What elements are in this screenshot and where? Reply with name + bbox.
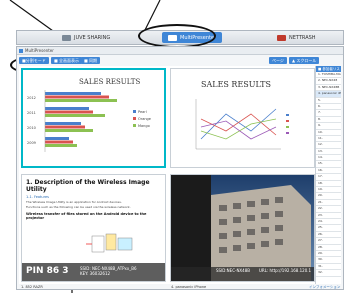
sync-button[interactable]: ■ 同期 [81, 57, 101, 64]
highlight-oval-tab [138, 24, 216, 48]
doc-line: The Wireless Image Utility is an applica… [26, 200, 122, 204]
tab-screen-sharing[interactable]: JUVE SHARING [62, 31, 110, 44]
photo-ssid: SSID:NEC-NX48B [216, 268, 251, 273]
bar [45, 122, 81, 125]
doc-bold-line: Wireless transfer of files stored on the… [26, 212, 147, 220]
bar [45, 140, 73, 144]
doc-illustration [86, 233, 133, 253]
panel-document[interactable]: 1. Description of the Wireless Image Uti… [21, 174, 166, 282]
chart-title: SALES RESULTS [79, 78, 140, 86]
bar [45, 129, 93, 132]
bar [45, 144, 77, 147]
pin-bar: PIN 86 3 SSID: NEC-NX48B_ATPxx_B6 KEY: 3… [22, 263, 165, 281]
tab-label: JUVE SHARING [74, 34, 111, 41]
bar [45, 114, 105, 117]
panel-photo[interactable]: SSID:NEC-NX48B URL: http://192.168.120.1 [170, 174, 315, 282]
split-mode-button[interactable]: ■分割モード [19, 57, 49, 64]
series-line [200, 118, 277, 140]
chart-title: SALES RESULTS [201, 80, 271, 89]
building-photo [171, 175, 314, 281]
category-label: 2012 [27, 96, 36, 100]
legend-swatch [286, 126, 289, 128]
presenter-grid: SALES RESULTS 2012 2011 2010 2009 Pearl Orange… [19, 66, 315, 284]
net-icon [277, 34, 286, 41]
category-label: 2010 [27, 126, 36, 130]
participant-item[interactable]: 32. [316, 270, 341, 277]
bar-chart: SALES RESULTS 2012 2011 2010 2009 Pearl Orange… [27, 78, 151, 152]
app-window: MultiPresenter ■分割モード ■ 全画面表示 ■ 同期 ページ ▲… [16, 46, 344, 290]
doc-subheading: 1-1. Features [26, 195, 49, 199]
legend-label: Mango [138, 124, 150, 128]
panel-bar-chart[interactable]: SALES RESULTS 2012 2011 2010 2009 Pearl Orange… [21, 68, 166, 168]
tab-nettrash[interactable]: NETTRASH [277, 31, 316, 44]
participant-list: ■ 参加者リスト 1. TOSHIBA-MAX-B62. NEC-NX483. … [315, 66, 341, 284]
series-line [200, 120, 277, 140]
bar [45, 137, 69, 140]
scroll-button[interactable]: ▲ スクロール [289, 57, 320, 64]
bar [45, 110, 93, 114]
fullscreen-button[interactable]: ■ 全画面表示 [51, 57, 83, 64]
legend-label: Pearl [138, 110, 147, 114]
legend-swatch [286, 114, 289, 116]
app-logo-icon [19, 49, 23, 53]
panel-label-bottom-left: 1. 852 RAZR [21, 285, 43, 289]
legend-swatch [133, 124, 136, 127]
screenshot-root: JUVE SHARING MultiPresenter NETTRASH Mul… [0, 0, 361, 293]
bottom-labels: 1. 852 RAZR 4. panasonic iPhone インフォメーショ… [19, 285, 343, 290]
line-chart: SALES RESULTS [195, 80, 289, 150]
page-button[interactable]: ページ [269, 57, 287, 64]
legend-label: Orange [138, 117, 151, 121]
ssid-info: SSID: NEC-NX48B_ATPxx_B6 KEY: 36032612 [80, 266, 137, 276]
legend-swatch [133, 110, 136, 113]
legend-swatch [133, 117, 136, 120]
tab-label: NETTRASH [289, 34, 316, 41]
pin-code: PIN 86 3 [26, 266, 69, 276]
app-title: MultiPresenter [25, 48, 54, 53]
bar [45, 92, 101, 95]
bar [45, 107, 89, 110]
legend-swatch [286, 120, 289, 122]
screen-share-icon [62, 34, 71, 41]
category-label: 2009 [27, 141, 36, 145]
app-title-bar: MultiPresenter [17, 47, 343, 55]
photo-url: URL: http://192.168.120.1 [259, 268, 312, 273]
bar [45, 99, 117, 102]
legend-swatch [286, 132, 289, 134]
panel-label-bottom-right: 4. panasonic iPhone [171, 285, 207, 289]
bar [45, 125, 85, 129]
doc-heading: 1. Description of the Wireless Image Uti… [26, 179, 150, 193]
category-label: 2011 [27, 111, 36, 115]
toolbar: ■分割モード ■ 全画面表示 ■ 同期 ページ ▲ スクロール [17, 56, 343, 65]
bar [45, 95, 109, 99]
doc-line: Functions such as the following can be u… [26, 205, 131, 209]
info-link[interactable]: インフォメーション [309, 285, 340, 290]
panel-line-chart[interactable]: SALES RESULTS [170, 68, 315, 168]
